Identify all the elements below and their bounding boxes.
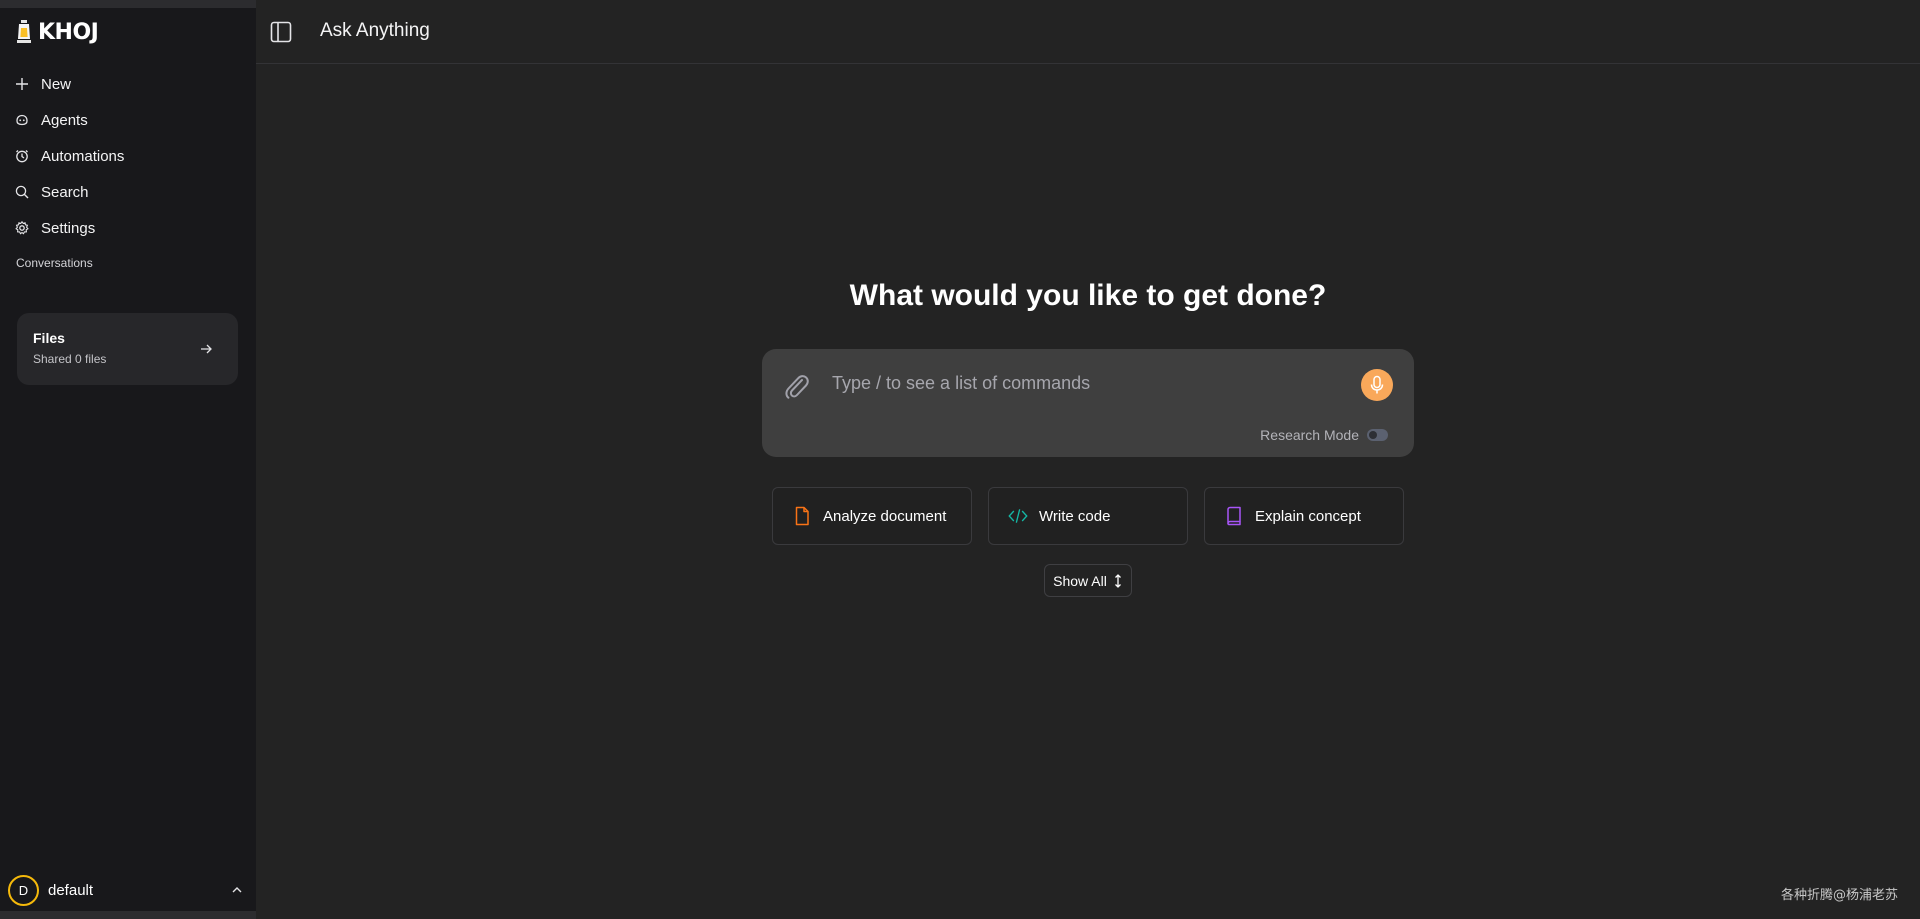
files-card-title: Files bbox=[33, 330, 65, 346]
research-mode-row: Research Mode bbox=[1260, 427, 1388, 443]
sidebar-item-automations[interactable]: Automations bbox=[14, 138, 242, 174]
chat-input[interactable] bbox=[832, 367, 1312, 399]
sidebar-bottom-divider bbox=[0, 911, 256, 919]
show-all-label: Show All bbox=[1053, 572, 1107, 589]
sidebar-item-label: New bbox=[41, 75, 72, 93]
conversations-heading: Conversations bbox=[16, 256, 93, 270]
sidebar-item-label: Automations bbox=[41, 147, 125, 165]
chevron-up-icon bbox=[232, 887, 242, 893]
research-mode-toggle[interactable] bbox=[1367, 429, 1388, 441]
main-headline: What would you like to get done? bbox=[849, 279, 1327, 312]
sidebar-item-search[interactable]: Search bbox=[14, 174, 242, 210]
microphone-icon bbox=[1370, 375, 1384, 394]
sidebar-item-label: Settings bbox=[41, 219, 96, 237]
khoj-logo[interactable]: KHOJ bbox=[14, 16, 99, 48]
book-icon bbox=[1227, 506, 1241, 526]
search-icon bbox=[15, 185, 29, 199]
sidebar-item-agents[interactable]: Agents bbox=[14, 102, 242, 138]
sidebar: KHOJ New Agents Automations Search Setti… bbox=[0, 0, 256, 919]
suggestion-cards: Analyze document Write code Explain conc… bbox=[772, 487, 1404, 545]
suggestion-label: Write code bbox=[1039, 507, 1111, 525]
expand-vertical-icon bbox=[1114, 573, 1121, 588]
suggestion-explain-concept[interactable]: Explain concept bbox=[1204, 487, 1404, 545]
user-name: default bbox=[48, 881, 94, 899]
avatar: D bbox=[8, 874, 39, 906]
automation-icon bbox=[16, 150, 28, 163]
toggle-knob bbox=[1369, 431, 1377, 439]
files-card-subtitle: Shared 0 files bbox=[33, 352, 107, 366]
microphone-button[interactable] bbox=[1361, 369, 1393, 401]
research-mode-label: Research Mode bbox=[1260, 427, 1359, 443]
top-header: Ask Anything bbox=[256, 0, 1920, 64]
user-menu[interactable]: D default bbox=[0, 870, 256, 910]
sidebar-nav: New Agents Automations Search Settings bbox=[14, 66, 242, 246]
arrow-right-icon bbox=[201, 344, 212, 354]
sidebar-item-label: Search bbox=[41, 183, 89, 201]
chat-input-box: Research Mode bbox=[762, 349, 1414, 457]
sidebar-item-new[interactable]: New bbox=[14, 66, 242, 102]
watermark-text: 各种折腾@杨浦老苏 bbox=[1780, 888, 1898, 903]
files-card[interactable]: Files Shared 0 files bbox=[17, 313, 238, 385]
paperclip-icon[interactable] bbox=[782, 371, 810, 401]
sidebar-top-divider bbox=[0, 0, 256, 8]
suggestion-write-code[interactable]: Write code bbox=[988, 487, 1188, 545]
page-title: Ask Anything bbox=[320, 20, 430, 41]
agent-icon bbox=[16, 114, 28, 126]
suggestion-label: Explain concept bbox=[1255, 507, 1361, 525]
logo-text: KHOJ bbox=[38, 19, 99, 45]
sidebar-item-settings[interactable]: Settings bbox=[14, 210, 242, 246]
plus-icon bbox=[16, 78, 28, 90]
code-icon bbox=[1008, 509, 1028, 523]
document-icon bbox=[795, 506, 809, 526]
suggestion-analyze-document[interactable]: Analyze document bbox=[772, 487, 972, 545]
sidebar-item-label: Agents bbox=[41, 111, 88, 129]
app-window: KHOJ New Agents Automations Search Setti… bbox=[0, 0, 1920, 919]
gear-icon bbox=[15, 220, 29, 235]
sidebar-toggle-icon[interactable] bbox=[270, 21, 292, 43]
show-all-button[interactable]: Show All bbox=[1044, 564, 1132, 597]
lamp-icon bbox=[17, 20, 31, 43]
suggestion-label: Analyze document bbox=[823, 507, 947, 525]
